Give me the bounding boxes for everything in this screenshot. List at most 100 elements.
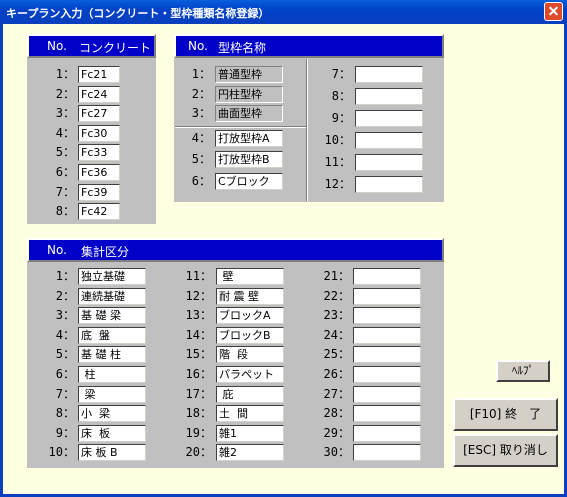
row-number-label: 21： [323,269,350,283]
concrete-header-name: コンクリート [79,41,152,55]
title-bar: キープラン入力（コンクリート・型枠種類名称登録） [0,0,567,24]
row-number-label: 8： [331,88,351,103]
name-field[interactable]: 耐 震 壁 [216,287,284,305]
finish-button[interactable]: [F10] 終 了 [453,398,558,431]
row-number-label: 30： [323,445,350,460]
name-field[interactable]: 基 礎 梁 [78,307,146,325]
name-field[interactable]: 独立基礎 [78,268,146,285]
cancel-button[interactable]: [ESC] 取り消し [453,434,558,467]
name-field[interactable] [355,87,423,105]
name-field[interactable]: Fc33 [78,144,120,162]
name-field[interactable]: 床 板 [78,424,146,442]
name-field[interactable]: 階 段 [216,346,284,364]
name-field[interactable]: 基 礎 柱 [78,346,146,364]
name-field[interactable] [353,444,421,462]
cancel-button-label: [ESC] 取り消し [463,443,548,457]
help-button-label: ﾍﾙﾌﾟ [512,364,534,377]
name-field[interactable] [353,326,421,344]
name-field[interactable]: 底 盤 [78,326,146,344]
name-field[interactable]: 雑2 [216,444,284,462]
name-field[interactable]: 壁 [216,268,284,285]
row-number-label: 1： [191,67,211,81]
row-number-label: 7： [331,67,351,81]
row-number-label: 9： [331,110,351,125]
name-field[interactable] [353,366,421,383]
row-number-label: 1： [55,67,75,81]
name-field[interactable]: 梁 [78,385,146,403]
formwork-header-name: 型枠名称 [218,41,267,55]
row-number-label: 6： [191,173,211,188]
concrete-header-no: No. [47,39,67,53]
name-field[interactable]: 柱 [78,366,146,383]
formwork-header-no: No. [188,39,208,53]
close-button[interactable] [544,2,563,21]
formwork-separator-hl [175,127,306,128]
name-field[interactable]: 普通型枠 [215,66,283,83]
row-number-label: 12： [185,288,212,303]
row-number-label: 8： [55,204,75,219]
finish-button-label: [F10] 終 了 [469,407,542,421]
name-field[interactable]: Fc30 [78,124,120,142]
row-number-label: 25： [323,347,350,362]
name-field[interactable]: Fc39 [78,183,120,201]
name-field[interactable]: 曲面型枠 [215,105,283,122]
name-field[interactable] [353,346,421,364]
row-number-label: 4： [191,131,211,145]
name-field[interactable] [355,153,423,171]
name-field[interactable]: Fc21 [78,66,120,83]
name-field[interactable] [355,131,423,149]
name-field[interactable]: Fc27 [78,105,120,123]
row-number-label: 4： [55,327,75,342]
window-title: キープラン入力（コンクリート・型枠種類名称登録） [6,7,270,20]
name-field[interactable]: ブロックB [216,326,284,344]
name-field[interactable] [353,385,421,403]
name-field[interactable] [353,424,421,442]
concrete-header: No. コンクリート [27,34,156,58]
row-number-label: 6： [55,367,75,381]
name-field[interactable]: Fc24 [78,85,120,103]
help-button[interactable]: ﾍﾙﾌﾟ [496,360,550,382]
row-number-label: 26： [323,367,350,381]
name-field[interactable]: 円柱型枠 [215,85,283,103]
name-field[interactable]: 打放型枠A [215,130,283,147]
name-field[interactable]: 連続基礎 [78,287,146,305]
row-number-label: 11： [324,154,351,169]
name-field[interactable] [353,268,421,285]
row-number-label: 3： [55,106,75,121]
row-number-label: 9： [55,425,75,440]
row-number-label: 17： [185,386,212,401]
name-field[interactable]: 庇 [216,385,284,403]
name-field[interactable] [353,287,421,305]
name-field[interactable]: 雑1 [216,424,284,442]
row-number-label: 2： [55,86,75,101]
row-number-label: 10： [48,445,75,460]
row-number-label: 2： [55,288,75,303]
summary-header-no: No. [47,243,67,257]
row-number-label: 19： [185,425,212,440]
row-number-label: 14： [185,327,212,342]
name-field[interactable] [355,66,423,83]
row-number-label: 5： [55,347,75,362]
formwork-header: No. 型枠名称 [174,34,444,58]
name-field[interactable]: Fc42 [78,203,120,221]
summary-header-name: 集計区分 [81,245,130,259]
name-field[interactable]: 打放型枠B [215,151,283,169]
name-field[interactable]: Fc36 [78,164,120,181]
name-field[interactable] [355,109,423,127]
name-field[interactable]: ブロックA [216,307,284,325]
name-field[interactable] [355,175,423,193]
name-field[interactable]: Cブロック [215,172,283,190]
row-number-label: 18： [185,406,212,421]
name-field[interactable]: 床 板 B [78,444,146,462]
row-number-label: 7： [55,184,75,199]
row-number-label: 5： [55,145,75,160]
row-number-label: 3： [55,308,75,323]
row-number-label: 23： [323,308,350,323]
row-number-label: 12： [324,176,351,191]
name-field[interactable]: 小 梁 [78,405,146,423]
row-number-label: 4： [55,125,75,140]
name-field[interactable] [353,307,421,325]
name-field[interactable]: 土 間 [216,405,284,423]
name-field[interactable] [353,405,421,423]
name-field[interactable]: パラペット [216,366,284,383]
